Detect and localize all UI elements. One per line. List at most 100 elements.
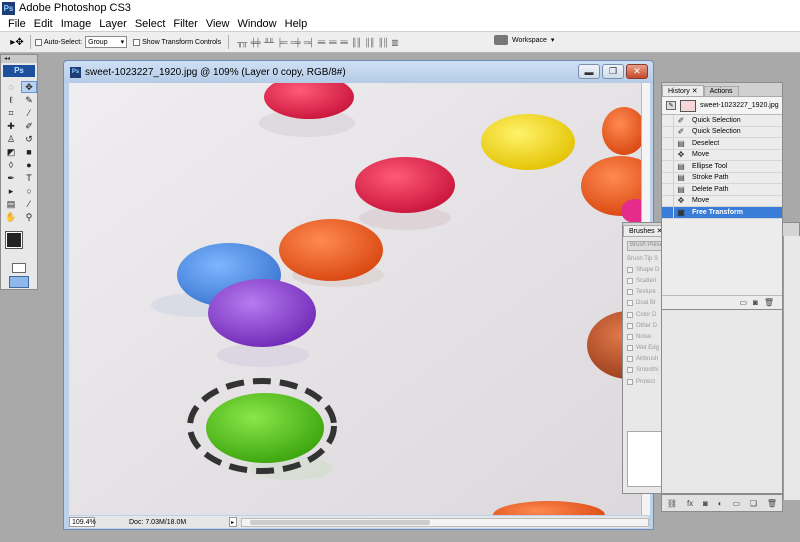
workspace-button[interactable]: Workspace ▾ (494, 35, 554, 45)
history-source-box[interactable] (664, 160, 674, 172)
close-button[interactable]: ✕ (626, 64, 648, 79)
distribute-top-icon[interactable]: ≡≡ (317, 38, 325, 47)
tab-actions[interactable]: Actions (703, 86, 739, 96)
checkbox[interactable] (627, 311, 633, 318)
trash-icon[interactable]: 🗑 (767, 499, 777, 508)
crop-tool-icon[interactable]: ⌗ (3, 107, 19, 119)
auto-select-dropdown[interactable]: Group ▾ (85, 36, 128, 48)
clone-stamp-tool-icon[interactable]: ♙ (3, 133, 19, 145)
align-hcenter-icon[interactable]: ═╪ (291, 38, 301, 47)
align-right-icon[interactable]: ═╡ (304, 38, 314, 47)
align-top-icon[interactable]: ╥╥ (237, 38, 247, 47)
layer-mask-icon[interactable]: ◙ (703, 499, 708, 508)
type-tool-icon[interactable]: T (21, 172, 37, 184)
auto-align-icon[interactable]: ▥ (391, 38, 399, 47)
history-source-box[interactable] (664, 149, 674, 161)
menu-filter[interactable]: Filter (169, 18, 201, 30)
distribute-right-icon[interactable]: ║║ (378, 38, 388, 47)
distribute-left-icon[interactable]: ║║ (351, 38, 361, 47)
menu-select[interactable]: Select (131, 18, 170, 30)
menu-file[interactable]: File (4, 18, 30, 30)
new-layer-icon[interactable]: ❏ (750, 499, 757, 508)
image-canvas[interactable] (69, 83, 641, 515)
scroll-thumb[interactable] (249, 519, 430, 525)
maximize-button[interactable]: ❐ (602, 64, 624, 79)
pen-tool-icon[interactable]: ✒ (3, 172, 19, 184)
checkbox[interactable] (627, 322, 633, 329)
checkbox[interactable] (627, 378, 633, 385)
history-brush-source-icon[interactable]: ✎ (666, 101, 676, 110)
history-step[interactable]: ▤ Deselect (662, 137, 782, 150)
history-step[interactable]: ▤ Ellipse Tool (662, 160, 782, 173)
history-step[interactable]: ✐ Quick Selection (662, 126, 782, 138)
minimize-button[interactable]: ▬ (578, 64, 600, 79)
zoom-tool-icon[interactable]: ⚲ (21, 211, 37, 223)
menu-edit[interactable]: Edit (30, 18, 57, 30)
quick-mask-icon[interactable] (12, 263, 26, 273)
history-step[interactable]: ✥ Move (662, 195, 782, 207)
history-source-box[interactable] (664, 183, 674, 195)
adjustment-layer-icon[interactable]: ◐ (718, 499, 723, 508)
checkbox[interactable] (627, 333, 633, 340)
move-tool-icon[interactable]: ✥ (21, 81, 37, 93)
move-tool-preset-icon[interactable]: ▸✥ (8, 34, 26, 50)
checkbox[interactable] (627, 300, 633, 307)
foreground-color-swatch[interactable] (6, 232, 22, 248)
history-source-box[interactable] (664, 206, 674, 218)
create-snapshot-icon[interactable]: ◙ (753, 298, 758, 307)
history-step[interactable]: ▤ Stroke Path (662, 172, 782, 184)
checkbox[interactable] (627, 367, 633, 374)
screen-mode-icon[interactable] (9, 276, 29, 288)
lasso-tool-icon[interactable]: ℓ (3, 94, 19, 106)
show-transform-checkbox[interactable] (133, 38, 141, 46)
brush-presets-button[interactable]: Brush Prese (627, 241, 663, 251)
history-brush-tool-icon[interactable]: ↺ (21, 133, 37, 145)
layer-style-icon[interactable]: fx (687, 499, 693, 508)
distribute-bottom-icon[interactable]: ≡≡ (340, 38, 348, 47)
hand-tool-icon[interactable]: ✋ (3, 211, 19, 223)
distribute-vcenter-icon[interactable]: ≡≡ (329, 38, 337, 47)
notes-tool-icon[interactable]: ▤ (3, 198, 19, 210)
history-step[interactable]: ✐ Quick Selection (662, 114, 782, 127)
history-source-box[interactable] (664, 172, 674, 184)
menu-window[interactable]: Window (234, 18, 281, 30)
dodge-tool-icon[interactable]: ● (21, 159, 37, 171)
auto-select-checkbox[interactable] (35, 38, 42, 46)
eraser-tool-icon[interactable]: ◩ (3, 146, 19, 158)
horizontal-scrollbar[interactable] (240, 517, 649, 527)
eyedropper-tool-icon[interactable]: ⁄ (21, 107, 37, 119)
gradient-tool-icon[interactable]: ■ (21, 146, 37, 158)
toolbox-collapse-icon[interactable]: ◂◂ (1, 55, 37, 63)
eyedropper-sample-tool-icon[interactable]: ⁄ (21, 198, 37, 210)
trash-icon[interactable]: 🗑 (764, 298, 774, 307)
quick-selection-tool-icon[interactable]: ✎ (21, 94, 37, 106)
checkbox[interactable] (627, 289, 633, 296)
align-vcenter-icon[interactable]: ╪╪ (250, 38, 260, 47)
marquee-tool-icon[interactable]: ◌ (3, 81, 19, 93)
align-bottom-icon[interactable]: ╨╨ (264, 38, 274, 47)
status-menu-arrow-icon[interactable]: ▸ (228, 517, 237, 527)
history-source-box[interactable] (664, 126, 674, 138)
group-icon[interactable]: ▭ (732, 499, 740, 508)
new-document-from-state-icon[interactable]: ▭ (739, 298, 747, 307)
align-left-icon[interactable]: ╞═ (277, 38, 287, 47)
shape-tool-icon[interactable]: ○ (21, 185, 37, 197)
blur-tool-icon[interactable]: ◊ (3, 159, 19, 171)
menu-image[interactable]: Image (57, 18, 96, 30)
menu-view[interactable]: View (202, 18, 234, 30)
menu-help[interactable]: Help (281, 18, 312, 30)
history-snapshot[interactable]: ✎ sweet-1023227_1920.jpg (662, 97, 782, 115)
checkbox[interactable] (627, 266, 633, 273)
checkbox[interactable] (627, 356, 633, 363)
history-source-box[interactable] (664, 195, 674, 207)
toolbox-logo[interactable]: Ps (3, 65, 35, 77)
link-layers-icon[interactable]: ⛓ (667, 499, 677, 508)
checkbox[interactable] (627, 277, 633, 284)
zoom-field[interactable]: 109.4% (69, 517, 96, 527)
history-source-box[interactable] (664, 114, 674, 126)
menu-layer[interactable]: Layer (95, 18, 131, 30)
history-step[interactable]: ▤ Delete Path (662, 183, 782, 196)
checkbox[interactable] (627, 345, 633, 352)
history-step[interactable]: ✥ Move (662, 149, 782, 161)
history-step-selected[interactable]: ▣ Free Transform (662, 206, 782, 219)
